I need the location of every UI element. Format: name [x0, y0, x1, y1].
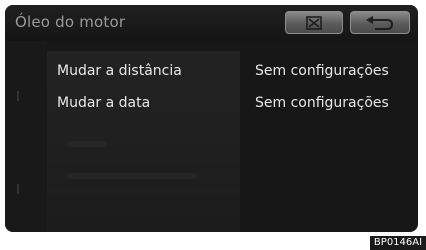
row-value-distance: Sem configurações: [255, 63, 389, 79]
back-button[interactable]: [350, 11, 410, 34]
list-divider: [47, 191, 240, 192]
header-bar: Óleo do motor: [5, 5, 418, 41]
display-screen: Óleo do motor Mudar a distância Sem conf…: [5, 5, 418, 232]
image-code: BP0146AI: [370, 236, 426, 250]
delete-button[interactable]: [285, 11, 343, 34]
faded-list-placeholder: [67, 173, 197, 179]
list-divider: [47, 123, 240, 124]
delete-box-icon: [306, 15, 322, 30]
return-arrow-icon: [366, 15, 394, 30]
row-label-date[interactable]: Mudar a data: [57, 95, 150, 111]
page-title: Óleo do motor: [15, 13, 126, 31]
list-divider: [47, 157, 240, 158]
row-value-date: Sem configurações: [255, 95, 389, 111]
row-label-distance[interactable]: Mudar a distância: [57, 63, 182, 79]
side-indicator-strip: [5, 41, 47, 232]
faded-list-placeholder: [67, 141, 107, 147]
